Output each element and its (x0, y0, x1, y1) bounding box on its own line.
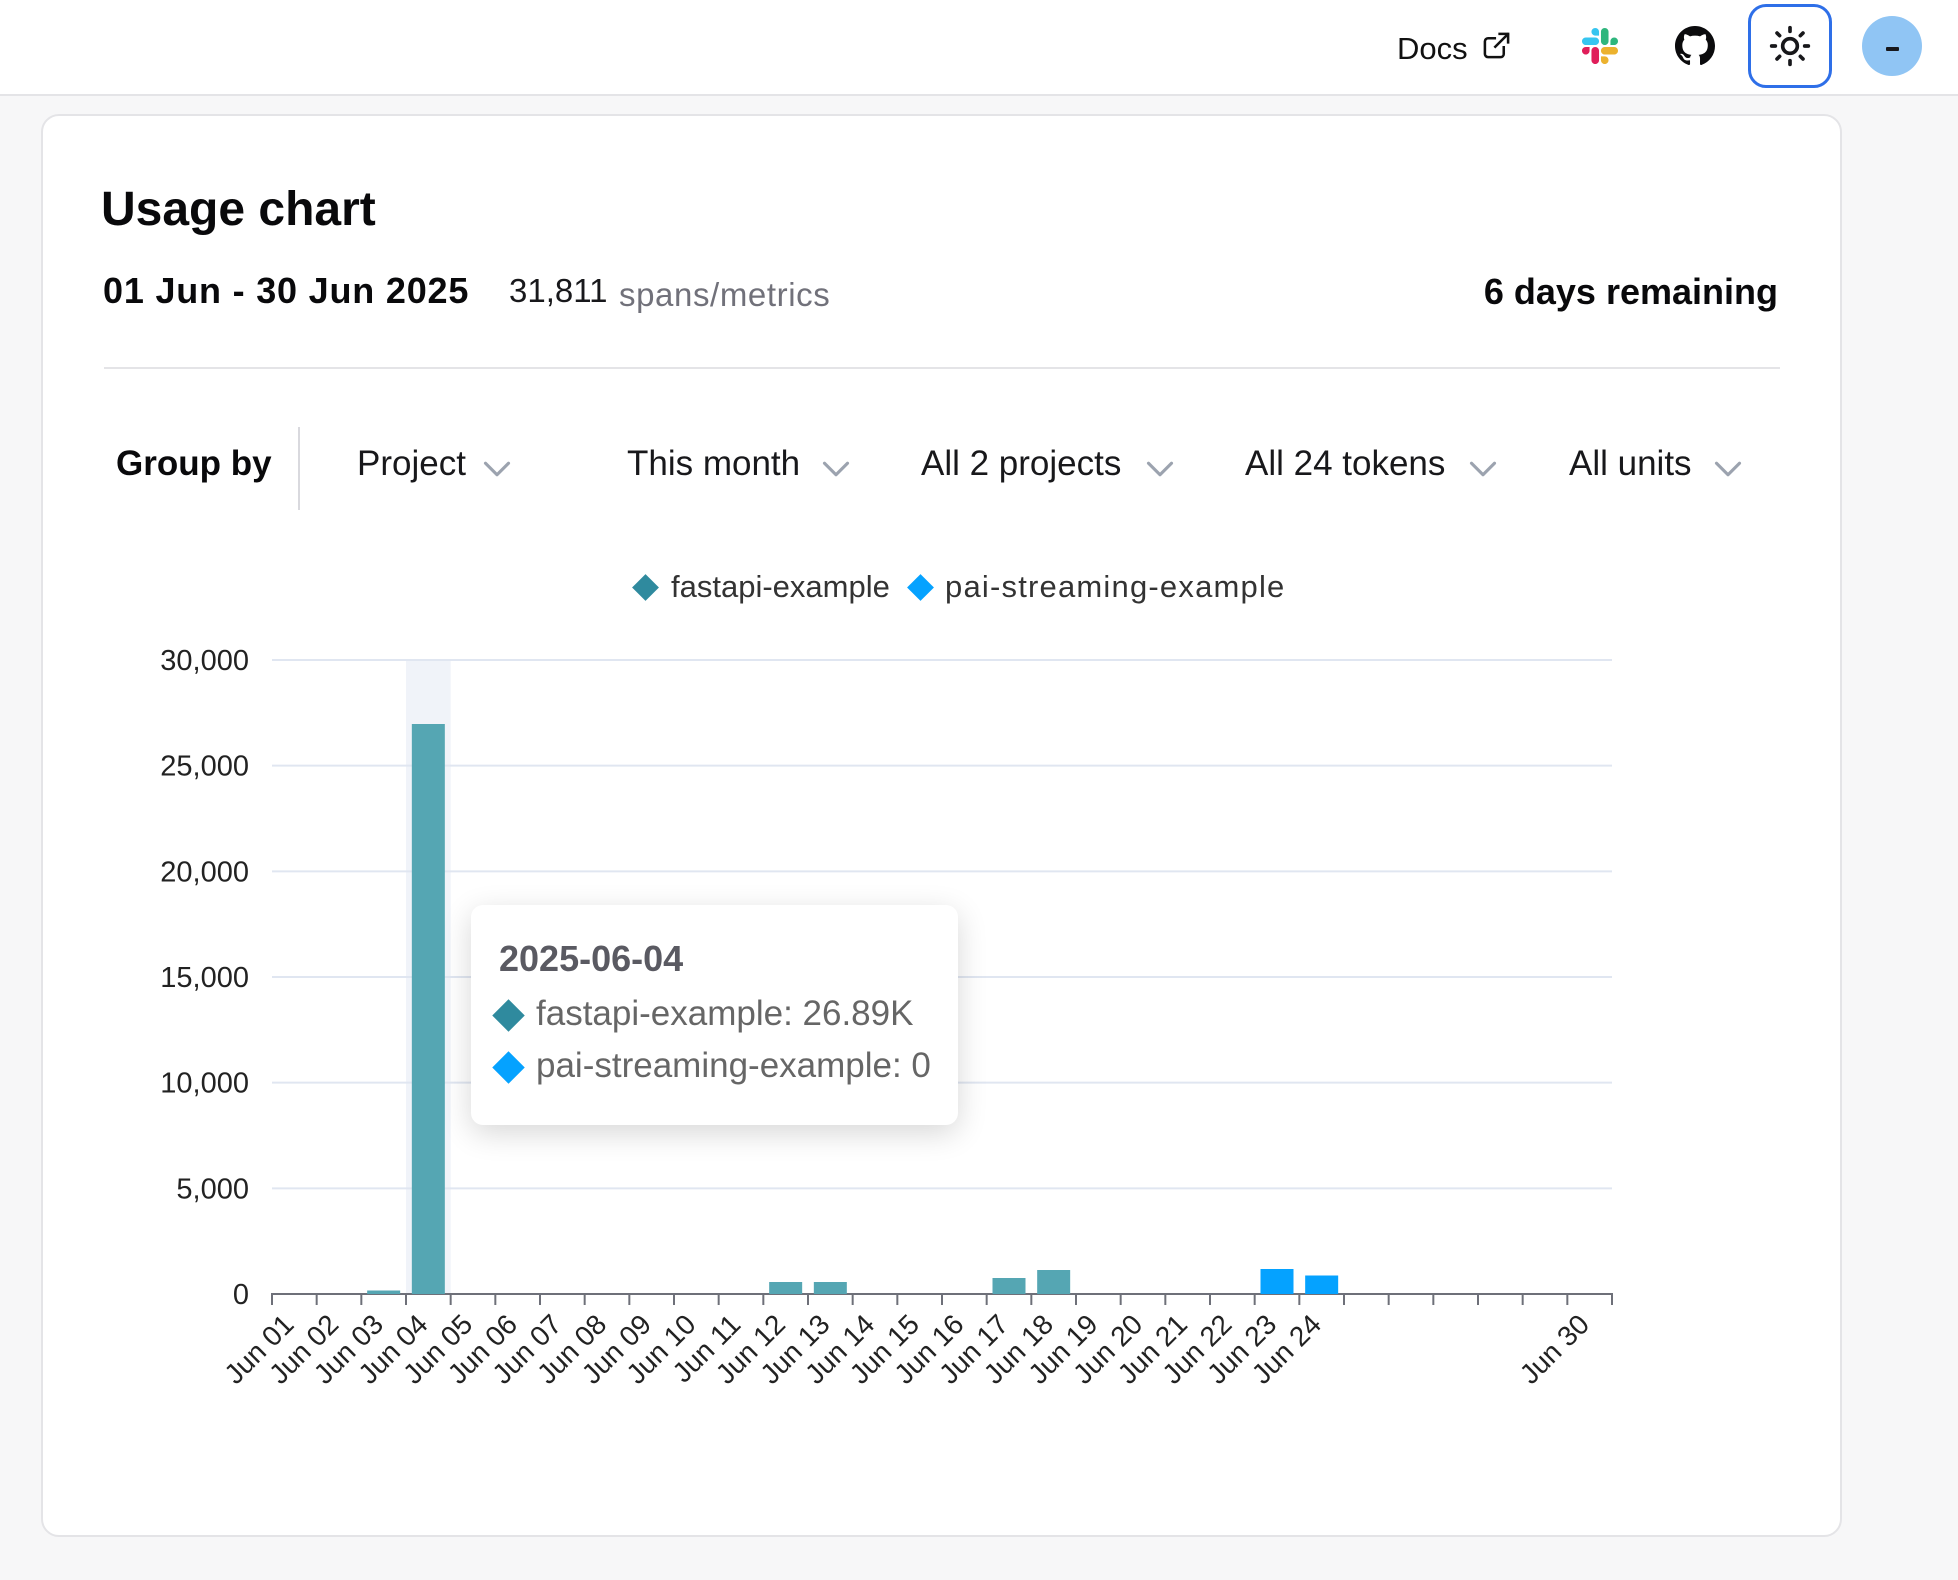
svg-text:0: 0 (233, 1279, 249, 1311)
svg-text:30,000: 30,000 (160, 645, 249, 677)
svg-text:Jun 30: Jun 30 (1514, 1308, 1595, 1389)
svg-text:10,000: 10,000 (160, 1068, 249, 1100)
svg-text:20,000: 20,000 (160, 856, 249, 888)
svg-text:5,000: 5,000 (176, 1173, 249, 1205)
svg-text:15,000: 15,000 (160, 962, 249, 994)
svg-text:25,000: 25,000 (160, 751, 249, 783)
